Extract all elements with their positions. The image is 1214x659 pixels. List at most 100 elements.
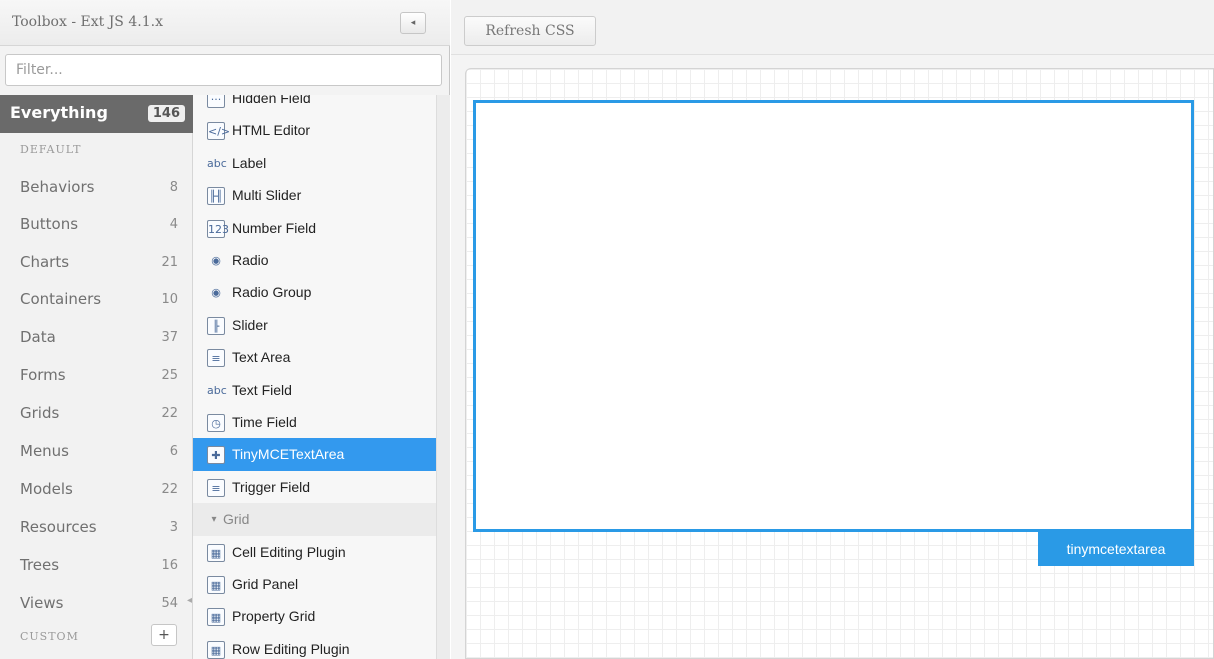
component-item[interactable]: ≡ Text Area xyxy=(193,341,436,374)
collapse-triangle-icon: ▾ xyxy=(211,514,217,525)
section-custom: CUSTOM xyxy=(20,630,79,643)
component-item[interactable]: ··· Hidden Field xyxy=(193,95,436,115)
category-everything[interactable]: Everything 146 xyxy=(0,95,193,133)
category-label: Models xyxy=(20,480,73,498)
radio-icon: ◉ xyxy=(211,254,221,267)
component-item[interactable]: ▦ Grid Panel xyxy=(193,568,436,601)
component-item[interactable]: ◷ Time Field xyxy=(193,406,436,439)
category-label: Resources xyxy=(20,518,97,536)
component-label: Slider xyxy=(232,317,268,333)
category-label: Forms xyxy=(20,366,66,384)
cell-editing-icon: ▦ xyxy=(207,544,225,562)
component-label: TinyMCETextArea xyxy=(232,446,345,462)
component-list-scrollbar[interactable] xyxy=(436,95,450,659)
component-label: Text Field xyxy=(232,382,292,398)
label-icon: abc xyxy=(207,157,227,170)
add-custom-button[interactable]: + xyxy=(151,624,177,646)
category-label: Everything xyxy=(10,103,108,122)
category-count: 21 xyxy=(161,255,178,270)
category-menus[interactable]: Menus 6 xyxy=(0,433,193,471)
category-grids[interactable]: Grids 22 xyxy=(0,395,193,433)
category-list: Everything 146 DEFAULT Behaviors 8 Buttons 4 Ch… xyxy=(0,95,193,659)
component-label: Row Editing Plugin xyxy=(232,641,350,657)
category-label: Menus xyxy=(20,442,69,460)
collapse-panel-button[interactable]: ◂ xyxy=(400,12,426,34)
category-label: Data xyxy=(20,328,56,346)
component-label: Grid Panel xyxy=(232,576,299,592)
radio-group-icon: ◉ xyxy=(211,286,221,299)
component-item[interactable]: ◉ Radio xyxy=(193,244,436,277)
section-default: DEFAULT xyxy=(20,143,82,156)
component-item[interactable]: 123 Number Field xyxy=(193,212,436,245)
multi-slider-icon: ╟╢ xyxy=(207,187,225,205)
refresh-css-button[interactable]: Refresh CSS xyxy=(464,16,596,46)
property-grid-icon: ▦ xyxy=(207,608,225,626)
component-label: Multi Slider xyxy=(232,187,302,203)
category-count: 3 xyxy=(169,520,178,535)
category-count: 16 xyxy=(161,558,178,573)
category-resources[interactable]: Resources 3 xyxy=(0,509,193,547)
tinymce-textarea-component[interactable] xyxy=(473,100,1194,532)
component-label: Time Field xyxy=(232,414,297,430)
component-label: Radio xyxy=(232,252,269,268)
category-buttons[interactable]: Buttons 4 xyxy=(0,206,193,244)
time-field-icon: ◷ xyxy=(207,414,225,432)
category-models[interactable]: Models 22 xyxy=(0,471,193,509)
category-label: Grids xyxy=(20,404,60,422)
plugin-icon: ✚ xyxy=(207,446,225,464)
category-trees[interactable]: Trees 16 xyxy=(0,547,193,585)
component-item[interactable]: ≡ Trigger Field xyxy=(193,471,436,504)
category-charts[interactable]: Charts 21 xyxy=(0,244,193,282)
component-item[interactable]: </> HTML Editor xyxy=(193,114,436,147)
category-label: Buttons xyxy=(20,215,79,233)
component-item[interactable]: ╟╢ Multi Slider xyxy=(193,179,436,212)
component-label: Text Area xyxy=(232,349,291,365)
category-label: Containers xyxy=(20,290,102,308)
row-editing-icon: ▦ xyxy=(207,641,225,659)
component-label: Trigger Field xyxy=(232,479,311,495)
filter-input[interactable] xyxy=(5,54,442,86)
component-item[interactable]: ╟ Slider xyxy=(193,309,436,342)
category-count-badge: 146 xyxy=(147,105,185,122)
text-area-icon: ≡ xyxy=(207,349,225,367)
component-label: Radio Group xyxy=(232,284,312,300)
canvas-toolbar: Refresh CSS xyxy=(451,0,1214,55)
component-list: ··· Hidden Field </> HTML Editor abc Label ╟╢ M… xyxy=(193,95,436,659)
hidden-field-icon: ··· xyxy=(207,95,225,108)
category-count: 22 xyxy=(161,482,178,497)
toolbox-header: Toolbox - Ext JS 4.1.x ◂ xyxy=(0,0,450,46)
category-label: Trees xyxy=(20,556,60,574)
category-count: 22 xyxy=(161,406,178,421)
group-header-grid[interactable]: ▾ Grid xyxy=(193,503,436,536)
category-count: 54 xyxy=(161,596,178,611)
component-label: HTML Editor xyxy=(232,122,311,138)
category-containers[interactable]: Containers 10 xyxy=(0,281,193,319)
component-item[interactable]: ▦ Cell Editing Plugin xyxy=(193,536,436,569)
design-surface[interactable]: tinymcetextarea xyxy=(465,68,1214,659)
slider-icon: ╟ xyxy=(207,317,225,335)
component-item[interactable]: ✚ TinyMCETextArea xyxy=(193,438,436,471)
category-count: 25 xyxy=(161,368,178,383)
component-item[interactable]: abc Label xyxy=(193,147,436,180)
component-label: Grid xyxy=(223,511,250,527)
component-label: Hidden Field xyxy=(232,95,311,106)
component-item[interactable]: abc Text Field xyxy=(193,374,436,407)
html-editor-icon: </> xyxy=(207,122,230,140)
category-forms[interactable]: Forms 25 xyxy=(0,357,193,395)
category-count: 10 xyxy=(161,292,178,307)
component-item[interactable]: ▦ Row Editing Plugin xyxy=(193,633,436,659)
category-label: Behaviors xyxy=(20,178,95,196)
grid-panel-icon: ▦ xyxy=(207,576,225,594)
component-label: Number Field xyxy=(232,220,317,236)
component-item[interactable]: ◉ Radio Group xyxy=(193,276,436,309)
category-views[interactable]: Views 54 xyxy=(0,585,193,623)
toolbox-title: Toolbox - Ext JS 4.1.x xyxy=(12,14,163,30)
category-behaviors[interactable]: Behaviors 8 xyxy=(0,169,193,207)
component-xtype-tag: tinymcetextarea xyxy=(1038,532,1194,566)
toolbox-panel: Toolbox - Ext JS 4.1.x ◂ Everything 146 DE… xyxy=(0,0,450,659)
number-field-icon: 123 xyxy=(207,220,229,238)
category-count: 37 xyxy=(161,330,178,345)
component-item[interactable]: ▦ Property Grid xyxy=(193,600,436,633)
category-data[interactable]: Data 37 xyxy=(0,319,193,357)
component-label: Property Grid xyxy=(232,608,316,624)
